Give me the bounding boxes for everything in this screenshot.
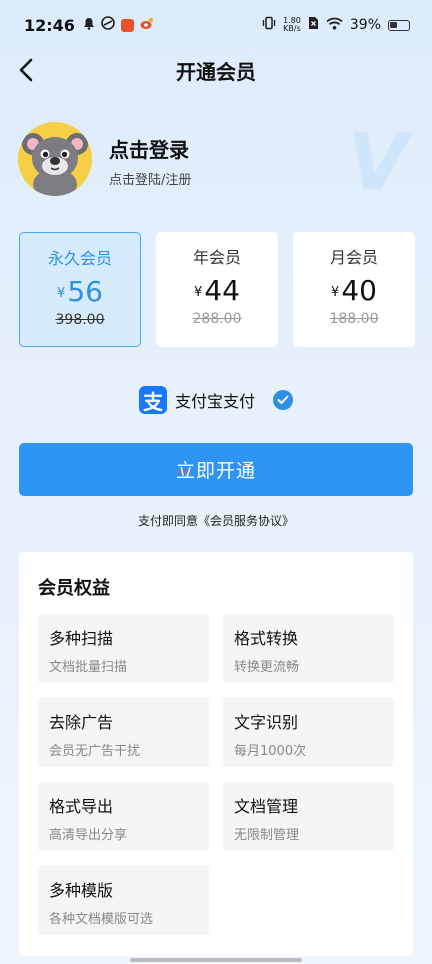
plan-card-lifetime[interactable]: 永久会员 ¥56 398.00	[19, 232, 141, 347]
currency-symbol: ¥	[194, 285, 203, 300]
plan-name: 月会员	[329, 248, 378, 267]
nav-bar: 开通会员	[0, 50, 432, 90]
status-time: 12:46	[24, 15, 75, 35]
benefit-desc: 高清导出分享	[49, 828, 128, 843]
plan-card-monthly[interactable]: 月会员 ¥40 188.00	[293, 232, 415, 347]
benefit-desc: 文档批量扫描	[49, 660, 128, 675]
home-indicator[interactable]	[130, 958, 302, 962]
benefit-name: 文档管理	[234, 797, 299, 816]
benefit-item: 文档管理 无限制管理	[223, 782, 394, 851]
login-subtitle[interactable]: 点击登陆/注册	[109, 169, 191, 188]
currency-symbol: ¥	[331, 285, 340, 300]
benefit-item: 多种扫描 文档批量扫描	[38, 614, 209, 683]
benefits-panel: 会员权益 多种扫描 文档批量扫描 格式转换 转换更流畅 去除广告 会员无广告干扰…	[19, 552, 413, 956]
app-notification-icon	[101, 16, 115, 34]
benefit-name: 格式转换	[234, 629, 299, 648]
benefit-item: 去除广告 会员无广告干扰	[38, 698, 209, 767]
benefit-name: 文字识别	[234, 713, 299, 732]
avatar[interactable]	[18, 122, 92, 196]
app-badge-icon	[120, 18, 134, 32]
currency-symbol: ¥	[57, 286, 66, 301]
benefits-title: 会员权益	[38, 578, 110, 599]
login-title[interactable]: 点击登录	[109, 134, 189, 163]
benefit-item: 格式导出 高清导出分享	[38, 782, 209, 851]
plan-card-yearly[interactable]: 年会员 ¥44 288.00	[156, 232, 278, 347]
plan-price-value: 40	[341, 274, 377, 307]
notification-icons	[83, 16, 154, 34]
benefit-name: 格式导出	[49, 797, 114, 816]
plan-name: 年会员	[192, 248, 241, 267]
status-bar: 12:46 1.80 KB/s 39%	[0, 0, 432, 50]
plan-price: ¥44	[156, 274, 278, 307]
plan-selector: 永久会员 ¥56 398.00 年会员 ¥44 288.00 月会员 ¥40 1…	[19, 231, 432, 349]
weibo-icon	[140, 16, 154, 34]
bell-icon	[83, 16, 95, 34]
benefit-desc: 无限制管理	[234, 828, 300, 843]
battery-percent: 39%	[349, 17, 381, 33]
plan-original-price: 188.00	[329, 311, 379, 327]
checkmark-icon[interactable]	[273, 390, 293, 410]
benefit-name: 去除广告	[49, 713, 114, 732]
payment-label: 支付宝支付	[174, 392, 255, 411]
benefit-item: 文字识别 每月1000次	[223, 698, 394, 767]
alipay-icon: 支	[138, 386, 167, 414]
benefit-desc: 各种文档模版可选	[49, 912, 154, 927]
open-membership-button[interactable]: 立即开通	[19, 443, 413, 496]
plan-name: 永久会员	[47, 249, 112, 268]
net-speed: 1.80 KB/s	[283, 17, 301, 33]
plan-original-price: 288.00	[192, 311, 242, 327]
plan-price: ¥56	[20, 275, 140, 308]
agreement-link[interactable]: 《会员服务协议》	[198, 514, 294, 528]
wifi-icon	[326, 17, 343, 34]
benefit-name: 多种扫描	[49, 629, 114, 648]
page-title: 开通会员	[176, 60, 256, 84]
status-right: 1.80 KB/s 39%	[262, 16, 410, 34]
sim-off-icon	[308, 16, 319, 34]
benefit-desc: 转换更流畅	[234, 660, 300, 675]
benefit-item: 多种模版 各种文档模版可选	[38, 866, 209, 935]
benefit-desc: 会员无广告干扰	[49, 744, 141, 759]
net-speed-unit: KB/s	[283, 24, 301, 33]
plan-price-value: 44	[204, 274, 240, 307]
profile-section[interactable]: 点击登录 点击登陆/注册 V	[18, 118, 414, 208]
agreement-prefix: 支付即同意	[137, 514, 198, 528]
plan-price: ¥40	[293, 274, 415, 307]
benefit-desc: 每月1000次	[234, 744, 307, 759]
plan-original-price: 398.00	[55, 312, 105, 328]
payment-method[interactable]: 支 支付宝支付	[0, 385, 432, 415]
battery-icon	[388, 19, 410, 31]
benefit-name: 多种模版	[49, 881, 114, 900]
vip-watermark-icon: V	[347, 118, 408, 208]
benefit-item: 格式转换 转换更流畅	[223, 614, 394, 683]
agreement-text: 支付即同意《会员服务协议》	[0, 512, 432, 529]
koala-avatar-icon	[18, 122, 92, 196]
plan-price-value: 56	[67, 275, 103, 308]
vibrate-icon	[262, 16, 276, 34]
